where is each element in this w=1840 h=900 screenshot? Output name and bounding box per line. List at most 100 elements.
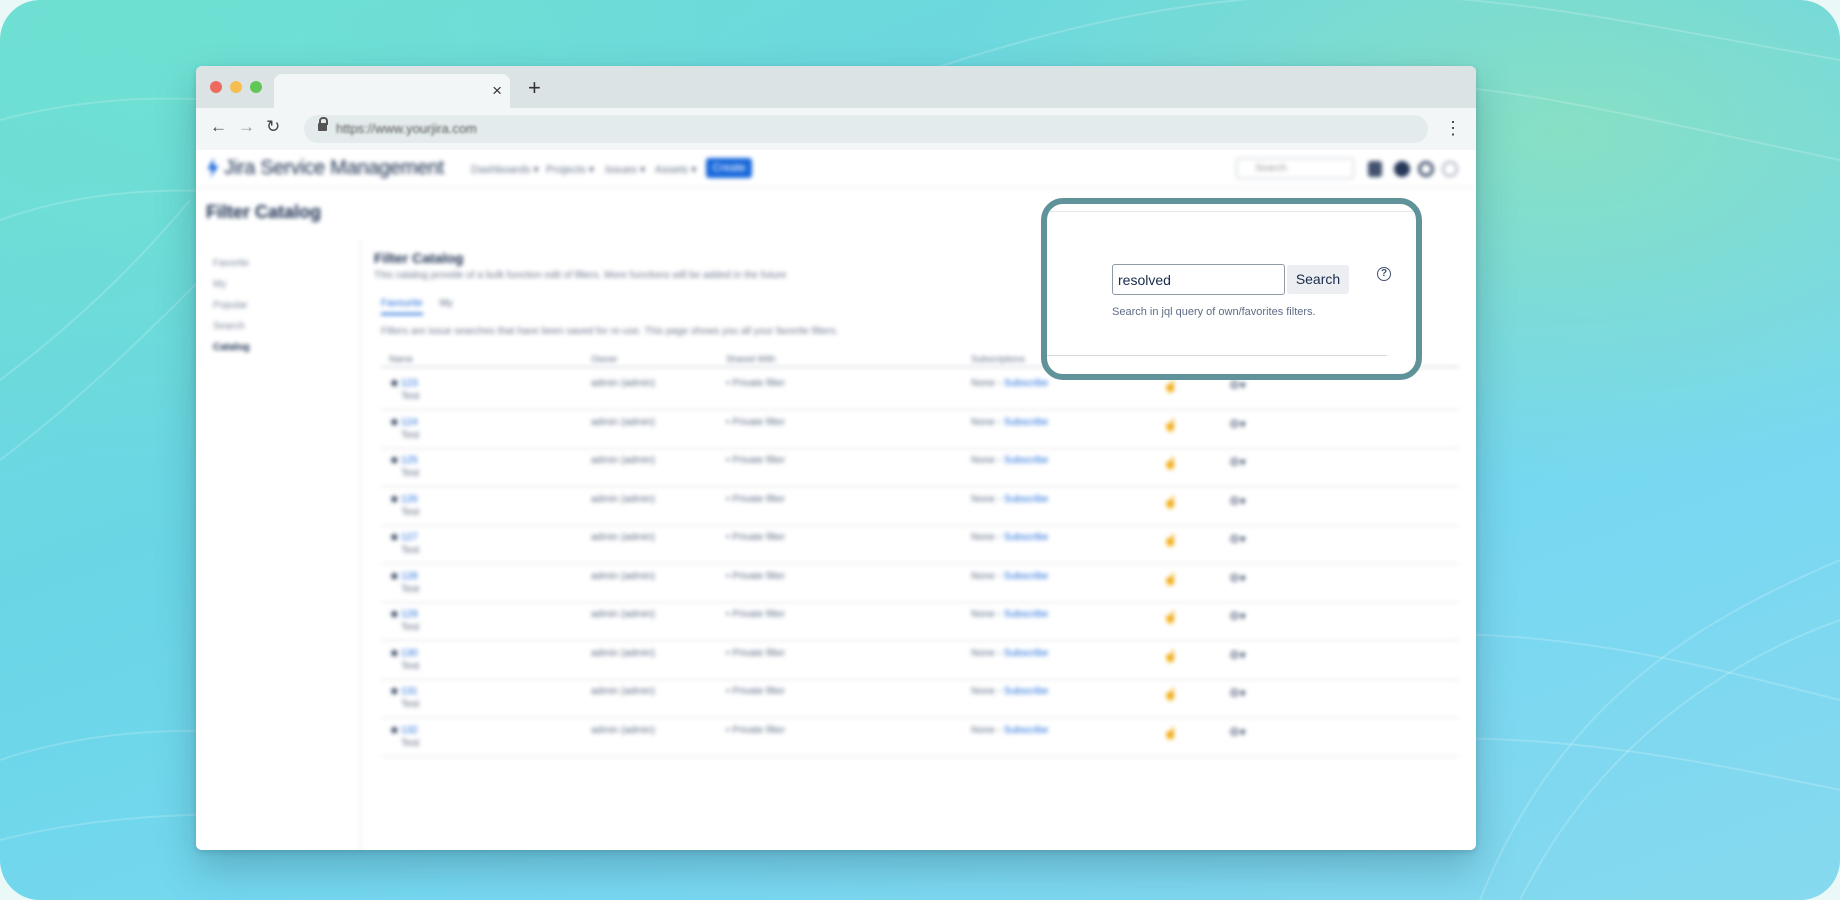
pointer-icon: ☝ bbox=[1163, 610, 1178, 624]
filter-name-link[interactable]: 129 bbox=[401, 609, 418, 620]
gear-icon[interactable]: ⚙▾ bbox=[1229, 725, 1246, 739]
gear-icon[interactable]: ⚙▾ bbox=[1229, 686, 1246, 700]
star-icon[interactable]: ★ bbox=[389, 376, 400, 390]
subscriptions-value: None bbox=[971, 493, 995, 505]
star-icon[interactable]: ★ bbox=[389, 453, 400, 467]
star-icon[interactable]: ★ bbox=[389, 607, 400, 621]
top-navigation: Jira Service Management Dashboards ▾ Pro… bbox=[196, 150, 1476, 188]
settings-icon[interactable] bbox=[1418, 161, 1434, 177]
subscribe-link[interactable]: Subscribe bbox=[1004, 494, 1048, 505]
notifications-icon[interactable] bbox=[1368, 161, 1382, 177]
gear-icon[interactable]: ⚙▾ bbox=[1229, 609, 1246, 623]
subscribe-link[interactable]: Subscribe bbox=[1004, 648, 1048, 659]
search-button[interactable]: Search bbox=[1287, 265, 1349, 294]
star-icon[interactable]: ★ bbox=[389, 684, 400, 698]
top-search-input[interactable]: Search bbox=[1236, 158, 1354, 179]
subscriptions-value: None bbox=[971, 532, 995, 543]
shared-label: Private filter bbox=[732, 724, 786, 736]
sidebar: Favorite My Popular Search Catalog bbox=[196, 240, 361, 850]
gear-icon[interactable]: ⚙▾ bbox=[1229, 532, 1246, 546]
gear-icon[interactable]: ⚙▾ bbox=[1229, 378, 1246, 392]
subscribe-link[interactable]: Subscribe bbox=[1004, 571, 1048, 582]
close-window-button[interactable] bbox=[210, 81, 222, 93]
filter-name-link[interactable]: 123 bbox=[401, 378, 418, 389]
sidebar-item-catalog[interactable]: Catalog bbox=[213, 342, 250, 353]
shared-label: Private filter bbox=[732, 416, 786, 428]
star-icon[interactable]: ★ bbox=[389, 646, 400, 660]
divider bbox=[1047, 211, 1416, 212]
menu-projects[interactable]: Projects ▾ bbox=[546, 163, 594, 176]
minimize-window-button[interactable] bbox=[230, 81, 242, 93]
filter-name-link[interactable]: 124 bbox=[401, 417, 418, 428]
menu-assets[interactable]: Assets ▾ bbox=[655, 163, 697, 176]
filter-name-link[interactable]: 132 bbox=[401, 725, 418, 736]
sidebar-item-favorite[interactable]: Favorite bbox=[213, 258, 249, 269]
column-owner[interactable]: Owner bbox=[591, 354, 618, 364]
subscribe-link[interactable]: Subscribe bbox=[1004, 686, 1048, 697]
reload-icon[interactable]: ↻ bbox=[266, 117, 280, 137]
browser-tab[interactable]: × bbox=[274, 74, 510, 108]
filter-shared-with: • Private filter bbox=[726, 455, 786, 466]
tab-favourite[interactable]: Favourite bbox=[381, 298, 423, 315]
tab-my[interactable]: My bbox=[439, 298, 452, 313]
column-subscriptions[interactable]: Subscriptions bbox=[971, 354, 1025, 364]
star-icon[interactable]: ★ bbox=[389, 723, 400, 737]
gear-icon[interactable]: ⚙▾ bbox=[1229, 648, 1246, 662]
filter-description: Test bbox=[401, 622, 420, 633]
filter-owner: admin (admin) bbox=[591, 724, 655, 736]
address-bar[interactable]: https://www.yourjira.com bbox=[304, 115, 1428, 143]
subscriptions-value: None bbox=[971, 455, 995, 466]
filter-name-link[interactable]: 128 bbox=[401, 571, 418, 582]
star-icon[interactable]: ★ bbox=[389, 492, 400, 506]
filter-name-link[interactable]: 127 bbox=[401, 532, 418, 543]
filter-name-link[interactable]: 126 bbox=[401, 494, 418, 505]
forward-icon[interactable]: → bbox=[238, 117, 255, 137]
column-name[interactable]: Name bbox=[389, 354, 413, 364]
gear-icon[interactable]: ⚙▾ bbox=[1229, 571, 1246, 585]
menu-dashboards[interactable]: Dashboards ▾ bbox=[471, 163, 539, 176]
pointer-icon: ☝ bbox=[1163, 379, 1178, 393]
column-shared-with[interactable]: Shared With bbox=[726, 354, 776, 364]
main-title: Filter Catalog bbox=[374, 250, 464, 266]
filter-shared-with: • Private filter bbox=[726, 609, 786, 620]
subscribe-link[interactable]: Subscribe bbox=[1004, 725, 1048, 736]
star-icon[interactable]: ★ bbox=[389, 415, 400, 429]
close-tab-icon[interactable]: × bbox=[492, 81, 502, 101]
filter-name-link[interactable]: 125 bbox=[401, 455, 418, 466]
back-icon[interactable]: ← bbox=[210, 117, 227, 137]
table-row: ★ 127 Test admin (admin) • Private filter Non… bbox=[381, 526, 1459, 564]
gear-icon[interactable]: ⚙▾ bbox=[1229, 455, 1246, 469]
page-header: Filter Catalog bbox=[206, 202, 322, 222]
gear-icon[interactable]: ⚙▾ bbox=[1229, 417, 1246, 431]
kebab-menu-icon[interactable]: ⋮ bbox=[1444, 118, 1462, 139]
sidebar-item-search[interactable]: Search bbox=[213, 321, 245, 332]
subscribe-link[interactable]: Subscribe bbox=[1004, 609, 1048, 620]
filter-owner: admin (admin) bbox=[591, 493, 655, 505]
star-icon[interactable]: ★ bbox=[389, 530, 400, 544]
table-row: ★ 131 Test admin (admin) • Private filter Non… bbox=[381, 680, 1459, 718]
filter-name-link[interactable]: 131 bbox=[401, 686, 418, 697]
help-icon[interactable]: ? bbox=[1377, 267, 1391, 281]
maximize-window-button[interactable] bbox=[250, 81, 262, 93]
star-icon[interactable]: ★ bbox=[389, 569, 400, 583]
filter-name-link[interactable]: 130 bbox=[401, 648, 418, 659]
sidebar-item-my[interactable]: My bbox=[213, 279, 226, 290]
subscribe-link[interactable]: Subscribe bbox=[1004, 417, 1048, 428]
gear-icon[interactable]: ⚙▾ bbox=[1229, 494, 1246, 508]
background-canvas: × + ← → ↻ https://www.yourjira.com ⋮ Jir… bbox=[0, 0, 1840, 900]
subscribe-link[interactable]: Subscribe bbox=[1004, 455, 1048, 466]
menu-issues[interactable]: Issues ▾ bbox=[605, 163, 645, 176]
help-menu-icon[interactable] bbox=[1394, 161, 1410, 177]
create-button[interactable]: Create bbox=[706, 158, 752, 178]
subscribe-link[interactable]: Subscribe bbox=[1004, 532, 1048, 543]
sidebar-item-popular[interactable]: Popular bbox=[213, 300, 247, 311]
filter-description: Test bbox=[401, 545, 420, 556]
new-tab-button[interactable]: + bbox=[528, 75, 541, 101]
subscribe-link[interactable]: Subscribe bbox=[1004, 378, 1048, 389]
jql-search-input[interactable] bbox=[1112, 264, 1285, 295]
filter-shared-with: • Private filter bbox=[726, 493, 786, 505]
filter-description: Test bbox=[401, 468, 420, 479]
avatar[interactable] bbox=[1442, 161, 1458, 177]
pointer-icon: ☝ bbox=[1163, 456, 1178, 470]
pointer-icon: ☝ bbox=[1163, 687, 1178, 701]
